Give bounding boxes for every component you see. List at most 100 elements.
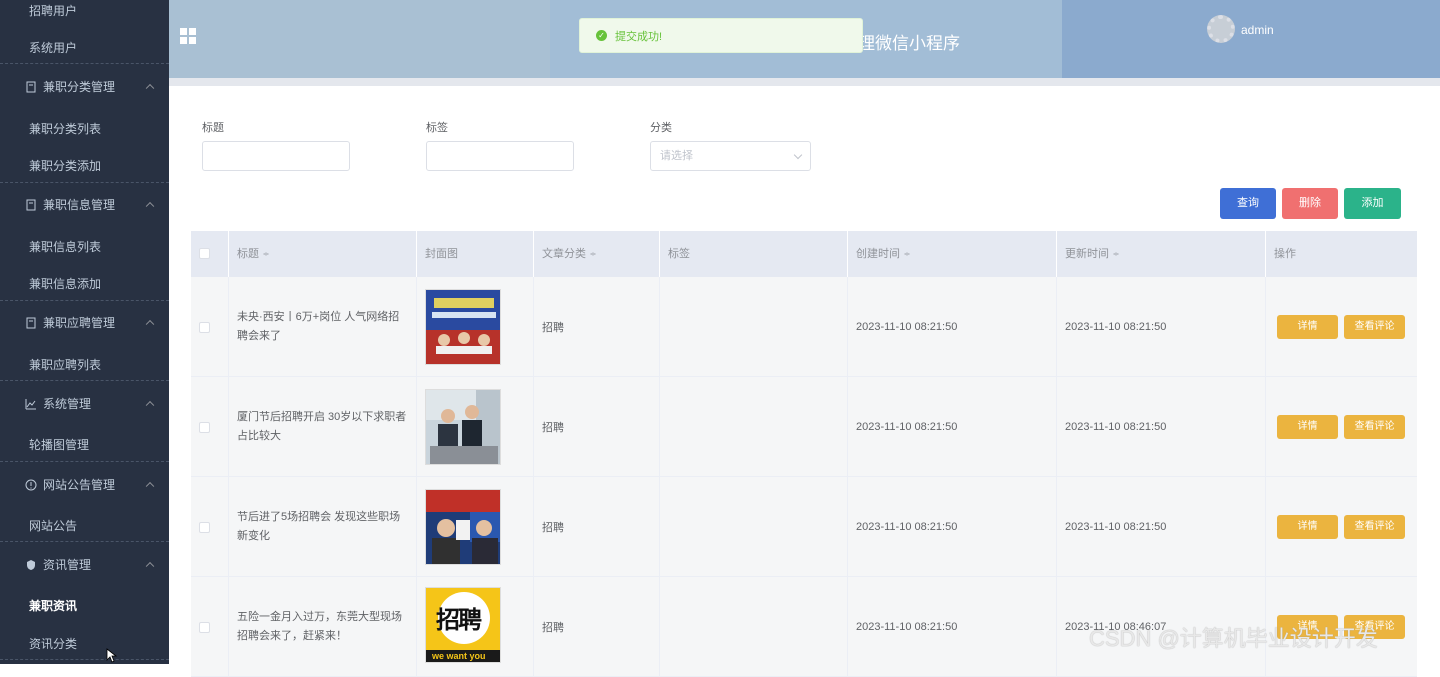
row-updated: 2023-11-10 08:21:50 [1057,477,1266,577]
sidebar-item-job-info-list[interactable]: 兼职信息列表 [0,238,169,255]
chart-icon [25,398,36,409]
watermark: CSDN @计算机毕业设计开发 [1089,626,1378,651]
row-tag [660,577,848,677]
row-checkbox[interactable] [199,621,210,633]
sidebar-group-label: 兼职信息管理 [43,198,116,212]
sidebar-group-job-category[interactable]: 兼职分类管理 [0,78,169,95]
cover-image [425,289,501,365]
row-title: 未央·西安丨6万+岗位 人气网络招聘会来了 [237,311,400,342]
cover-image: 招聘 we want you [425,587,501,663]
chevron-up-icon [145,319,155,328]
sort-icon[interactable] [590,249,596,259]
document-icon [26,81,36,92]
table-row: 未央·西安丨6万+岗位 人气网络招聘会来了 招聘 2023-11-10 08:2… [191,277,1417,377]
success-toast: ✓ 提交成功! [579,18,863,53]
row-tag [660,477,848,577]
cover-image [425,389,501,465]
sidebar-group-label: 系统管理 [43,397,92,411]
row-title: 五险一金月入过万，东莞大型现场招聘会来了，赶紧来！ [237,611,402,642]
sidebar-item-news-category[interactable]: 资讯分类 [0,635,169,652]
row-category: 招聘 [534,577,660,677]
sidebar-group-system[interactable]: 系统管理 [0,395,169,412]
table-row: 节后进了5场招聘会 发现这些职场新变化 招聘 2023-11-10 08:21:… [191,477,1417,577]
sidebar-item-job-news[interactable]: 兼职资讯 [0,597,169,614]
chevron-up-icon [145,83,155,92]
row-checkbox[interactable] [199,321,210,333]
document-icon [26,199,36,210]
sidebar-item-recruit-users[interactable]: 招聘用户 [0,2,169,19]
chevron-up-icon [145,481,155,490]
sidebar-item-job-apply-list[interactable]: 兼职应聘列表 [0,356,169,373]
th-created[interactable]: 创建时间 [848,231,1057,277]
sidebar-item-job-category-add[interactable]: 兼职分类添加 [0,157,169,174]
row-created: 2023-11-10 08:21:50 [848,577,1057,677]
check-circle-icon: ✓ [596,30,607,41]
row-checkbox[interactable] [199,521,210,533]
tag-filter-input[interactable] [426,141,574,171]
sort-icon[interactable] [904,249,910,259]
sidebar-item-job-info-add[interactable]: 兼职信息添加 [0,275,169,292]
shield-icon [27,559,35,570]
th-updated-label: 更新时间 [1065,248,1109,260]
toast-message: 提交成功! [615,30,663,43]
row-checkbox[interactable] [199,421,210,433]
sidebar-item-notice[interactable]: 网站公告 [0,517,169,534]
mouse-cursor-icon [106,648,117,663]
row-tag [660,277,848,377]
chevron-down-icon [793,150,803,160]
query-button[interactable]: 查询 [1220,188,1276,219]
detail-button[interactable]: 详情 [1277,415,1338,439]
app-title: 理微信小程序 [858,34,960,53]
cover-image [425,489,501,565]
th-cover: 封面图 [417,231,534,277]
username[interactable]: admin [1241,23,1274,37]
row-tag [660,377,848,477]
category-select[interactable]: 请选择 [650,141,811,171]
view-comments-button[interactable]: 查看评论 [1344,515,1405,539]
title-filter-input[interactable] [202,141,350,171]
category-select-placeholder: 请选择 [660,150,693,162]
document-icon [26,317,36,328]
th-category[interactable]: 文章分类 [534,231,660,277]
sort-icon[interactable] [1113,249,1119,259]
delete-button[interactable]: 删除 [1282,188,1338,219]
sidebar-item-carousel[interactable]: 轮播图管理 [0,436,169,453]
row-created: 2023-11-10 08:21:50 [848,277,1057,377]
row-category: 招聘 [534,277,660,377]
sort-icon[interactable] [263,249,269,259]
sidebar-group-job-info[interactable]: 兼职信息管理 [0,196,169,213]
sidebar-item-system-users[interactable]: 系统用户 [0,39,169,56]
th-category-label: 文章分类 [542,248,586,260]
menu-grid-icon[interactable] [180,28,196,44]
sidebar-group-notice[interactable]: 网站公告管理 [0,476,169,493]
sidebar: 招聘用户 系统用户 兼职分类管理 兼职分类列表 兼职分类添加 兼职信息管理 兼职… [0,0,169,664]
info-icon [25,479,37,490]
sidebar-item-job-category-list[interactable]: 兼职分类列表 [0,120,169,137]
th-title-label: 标题 [237,248,259,260]
th-ops: 操作 [1266,231,1417,277]
sidebar-group-label: 资讯管理 [43,558,92,572]
row-category: 招聘 [534,377,660,477]
poster-slogan: we want you [432,651,486,661]
detail-button[interactable]: 详情 [1277,515,1338,539]
detail-button[interactable]: 详情 [1277,315,1338,339]
sidebar-group-news[interactable]: 资讯管理 [0,556,169,573]
row-updated: 2023-11-10 08:21:50 [1057,377,1266,477]
th-tag: 标签 [660,231,848,277]
select-all-cell[interactable] [191,231,229,277]
table-header: 标题 封面图 文章分类 标签 创建时间 更新时间 操作 [191,231,1417,277]
add-button[interactable]: 添加 [1344,188,1401,219]
select-all-checkbox[interactable] [199,248,210,259]
sidebar-group-job-apply[interactable]: 兼职应聘管理 [0,314,169,331]
avatar[interactable] [1207,15,1235,43]
row-created: 2023-11-10 08:21:50 [848,377,1057,477]
row-created: 2023-11-10 08:21:50 [848,477,1057,577]
chevron-up-icon [145,400,155,409]
th-updated[interactable]: 更新时间 [1057,231,1266,277]
th-title[interactable]: 标题 [229,231,417,277]
row-title: 节后进了5场招聘会 发现这些职场新变化 [237,511,401,542]
view-comments-button[interactable]: 查看评论 [1344,315,1405,339]
view-comments-button[interactable]: 查看评论 [1344,415,1405,439]
th-ops-label: 操作 [1274,248,1296,260]
th-tag-label: 标签 [668,248,690,260]
